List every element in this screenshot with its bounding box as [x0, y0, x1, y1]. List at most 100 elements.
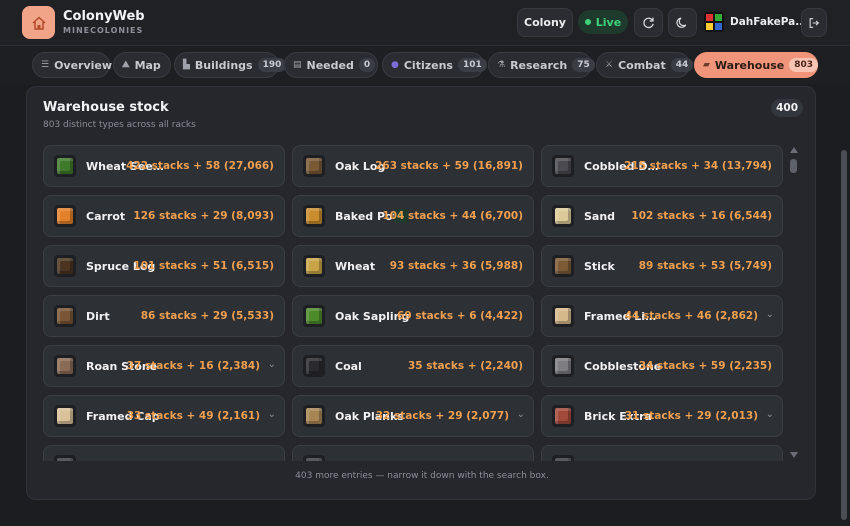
tab-label: Combat — [618, 58, 666, 72]
scrollbar-thumb[interactable] — [790, 159, 797, 173]
chevron-down-icon[interactable]: ⌄ — [268, 409, 276, 420]
tab-needed[interactable]: ▤ Needed 0 — [284, 52, 378, 78]
item-stack-count: 89 stacks + 53 (5,749) — [638, 260, 772, 272]
colony-button[interactable]: Colony — [517, 8, 573, 37]
theme-toggle-button[interactable] — [668, 8, 697, 37]
chevron-down-icon[interactable]: ⌄ — [517, 409, 525, 420]
tab-label: Warehouse — [714, 58, 785, 72]
chevron-down-icon[interactable]: ⌄ — [766, 309, 774, 320]
warehouse-item-card[interactable] — [43, 445, 285, 461]
item-stack-count: 422 stacks + 58 (27,066) — [126, 160, 274, 172]
warehouse-item-card[interactable]: Baked Potato ✎ 104 stacks + 44 (6,700) — [292, 195, 534, 237]
item-icon — [54, 155, 76, 177]
chevron-down-icon[interactable]: ⌄ — [766, 409, 774, 420]
warehouse-item-card[interactable]: Carrot 126 stacks + 29 (8,093) — [43, 195, 285, 237]
item-icon — [54, 405, 76, 427]
item-icon — [303, 155, 325, 177]
tab-label: Research — [510, 58, 568, 72]
item-stack-count: 93 stacks + 36 (5,988) — [389, 260, 523, 272]
app-header: ColonyWeb MINECOLONIES Colony Live DahFa… — [0, 0, 850, 46]
tab-overview[interactable]: ☰ Overview — [32, 52, 113, 78]
panel-title: Warehouse stock — [43, 100, 169, 115]
item-texture — [306, 458, 322, 461]
page-scrollbar[interactable] — [841, 150, 847, 520]
scroll-up-arrow[interactable] — [790, 147, 798, 153]
item-icon — [54, 355, 76, 377]
warehouse-item-card[interactable]: Brick Extra 31 stacks + 29 (2,013) ⌄ — [541, 395, 783, 437]
panel-subtitle: 803 distinct types across all racks — [43, 120, 196, 130]
tab-combat[interactable]: ⚔ Combat 44 — [596, 52, 694, 78]
item-texture — [57, 208, 73, 224]
item-stack-count: 69 stacks + 6 (4,422) — [397, 310, 523, 322]
item-stack-count: 263 stacks + 59 (16,891) — [375, 160, 523, 172]
tab-label: Buildings — [194, 58, 253, 72]
tab-label: Citizens — [403, 58, 453, 72]
warehouse-item-card[interactable]: Spruce Log 101 stacks + 51 (6,515) — [43, 245, 285, 287]
crate-icon: ▰ — [703, 60, 710, 70]
warehouse-item-card[interactable]: Cobbled Deepslate215 stacks + 34 (13,794… — [541, 145, 783, 187]
more-entries-note: 403 more entries — narrow it down with t… — [295, 471, 549, 481]
clipboard-icon: ▤ — [293, 60, 302, 70]
logout-button[interactable] — [801, 8, 827, 37]
warehouse-grid: Wheat Seeds 422 stacks + 58 (27,066) Oak L… — [43, 145, 787, 461]
item-name: Stick — [584, 260, 615, 273]
warehouse-item-card[interactable]: Wheat 93 stacks + 36 (5,988) — [292, 245, 534, 287]
warehouse-item-card[interactable]: Roan Stone 37 stacks + 16 (2,384) ⌄ — [43, 345, 285, 387]
flask-icon: ⚗ — [497, 60, 506, 70]
tab-research[interactable]: ⚗ Research 75 — [488, 52, 595, 78]
item-texture — [57, 258, 73, 274]
live-label: Live — [595, 15, 622, 29]
scroll-down-arrow[interactable] — [790, 452, 798, 458]
warehouse-item-card[interactable]: Sand 102 stacks + 16 (6,544) — [541, 195, 783, 237]
item-icon — [303, 305, 325, 327]
item-texture — [306, 358, 322, 374]
item-icon — [552, 155, 574, 177]
warehouse-item-card[interactable]: Cobblestone 34 stacks + 59 (2,235) — [541, 345, 783, 387]
tab-map[interactable]: ⛰ Map — [113, 52, 171, 78]
warehouse-item-card[interactable]: Framed Light 44 stacks + 46 (2,862) ⌄ — [541, 295, 783, 337]
chevron-down-icon[interactable]: ⌄ — [268, 359, 276, 370]
user-menu[interactable]: DahFakePa... — [704, 10, 807, 34]
item-texture — [555, 458, 571, 461]
item-stack-count: 126 stacks + 29 (8,093) — [133, 210, 274, 222]
item-stack-count: 32 stacks + 29 (2,077) — [375, 410, 509, 422]
logout-icon — [809, 17, 820, 28]
item-name: Dirt — [86, 310, 110, 323]
warehouse-item-card[interactable]: Wheat Seeds 422 stacks + 58 (27,066) — [43, 145, 285, 187]
tab-label: Overview — [54, 58, 113, 72]
item-texture — [555, 208, 571, 224]
warehouse-item-card[interactable]: Coal 35 stacks + (2,240) — [292, 345, 534, 387]
app-subtitle: MINECOLONIES — [63, 26, 144, 35]
tab-citizens[interactable]: ● Citizens 101 — [382, 52, 487, 78]
item-icon — [552, 355, 574, 377]
warehouse-item-card[interactable]: Oak Planks 32 stacks + 29 (2,077) ⌄ — [292, 395, 534, 437]
warehouse-item-card[interactable] — [292, 445, 534, 461]
item-icon — [303, 405, 325, 427]
refresh-button[interactable] — [634, 8, 663, 37]
item-count-badge: 400 — [771, 99, 803, 117]
avatar — [704, 12, 724, 32]
warehouse-item-card[interactable]: Dirt 86 stacks + 29 (5,533) — [43, 295, 285, 337]
colony-logo[interactable] — [22, 6, 55, 39]
item-icon — [54, 305, 76, 327]
item-stack-count: 34 stacks + 59 (2,235) — [638, 360, 772, 372]
warehouse-item-card[interactable]: Oak Log 263 stacks + 59 (16,891) — [292, 145, 534, 187]
item-texture — [555, 158, 571, 174]
item-icon — [552, 455, 574, 461]
item-texture — [555, 258, 571, 274]
tab-buildings[interactable]: ▙ Buildings 190 — [174, 52, 287, 78]
item-texture — [555, 308, 571, 324]
item-name: Carrot — [86, 210, 126, 223]
warehouse-item-card[interactable]: Oak Sapling 69 stacks + 6 (4,422) — [292, 295, 534, 337]
warehouse-item-card[interactable]: Framed Cap 33 stacks + 49 (2,161) ⌄ — [43, 395, 285, 437]
item-stack-count: 37 stacks + 16 (2,384) — [126, 360, 260, 372]
tab-warehouse[interactable]: ▰ Warehouse 803 — [694, 52, 818, 78]
warehouse-item-card[interactable] — [541, 445, 783, 461]
item-icon — [303, 355, 325, 377]
tab-badge: 75 — [572, 58, 595, 72]
item-icon — [303, 455, 325, 461]
warehouse-item-card[interactable]: Stick 89 stacks + 53 (5,749) — [541, 245, 783, 287]
item-stack-count: 33 stacks + 49 (2,161) — [126, 410, 260, 422]
warehouse-panel: Warehouse stock 803 distinct types acros… — [26, 86, 816, 500]
item-icon — [552, 255, 574, 277]
